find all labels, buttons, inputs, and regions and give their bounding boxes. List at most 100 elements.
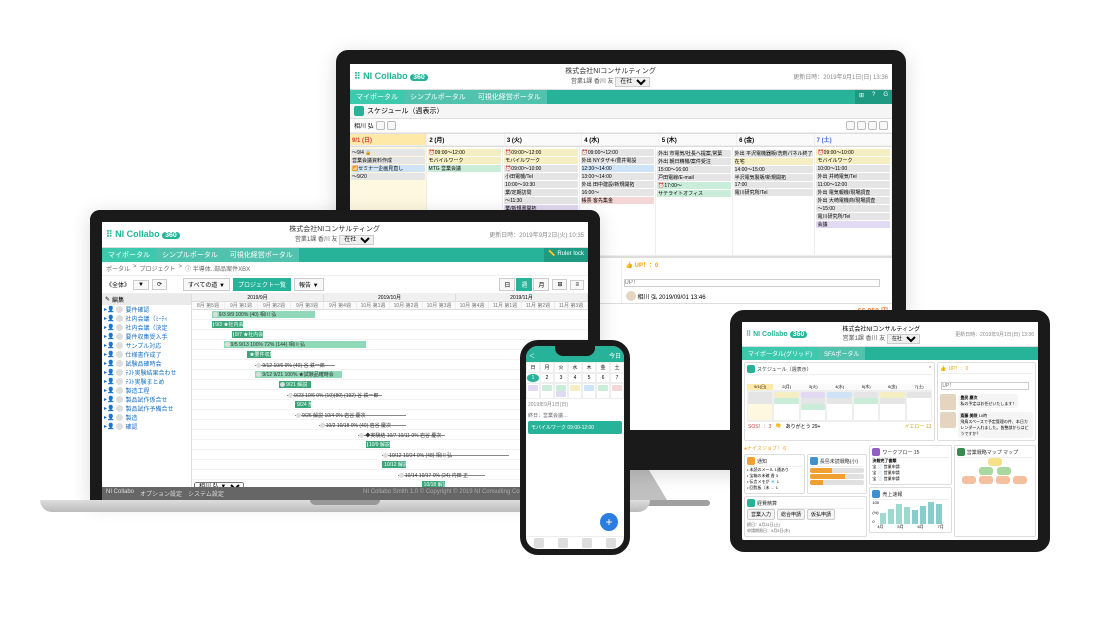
help-icon[interactable]: ?: [868, 90, 879, 104]
nav-cal-icon[interactable]: [558, 538, 568, 548]
day-header[interactable]: 3 (火): [505, 134, 582, 146]
footer-system[interactable]: システム設定: [188, 489, 224, 498]
wf-item[interactable]: 宝 📄 営業申請: [872, 476, 948, 482]
tree-item[interactable]: ▸👤製品試作予備合せ: [102, 404, 191, 413]
tree-item[interactable]: ▸👤製造: [102, 413, 191, 422]
event-item[interactable]: 外出 大崎電機商/現場調査: [816, 197, 890, 204]
nav-home-icon[interactable]: [534, 538, 544, 548]
gantt-bar[interactable]: 9/5 9/13 100% 72% (144) 相川 弘: [224, 341, 367, 348]
view-month[interactable]: 月: [533, 278, 549, 291]
gantt-bar[interactable]: ◆実験結 10/7 10/11 0% 岩谷 慶次: [358, 435, 445, 436]
day-header[interactable]: 7 (土): [815, 134, 892, 146]
event-item[interactable]: ～15:00: [816, 205, 890, 212]
event-item[interactable]: 16:00～: [581, 189, 655, 196]
seg-all[interactable]: すべての道 ▼: [183, 278, 230, 291]
phone-today[interactable]: 今日: [609, 351, 621, 360]
event-item[interactable]: ～9/4 🔒: [351, 149, 425, 156]
seg-list[interactable]: プロジェクト一覧: [233, 278, 291, 291]
crumb-portal[interactable]: ポータル: [106, 264, 130, 273]
event-item[interactable]: 在宅: [734, 158, 814, 165]
event-item[interactable]: 会議: [816, 221, 890, 228]
mini-day-head[interactable]: 5(木): [853, 384, 879, 391]
event-item[interactable]: 10:00～11:00: [816, 165, 890, 172]
nav-list-icon[interactable]: [582, 538, 592, 548]
event-item[interactable]: 13:00～14:00: [581, 173, 655, 180]
mini-day-head[interactable]: 2(月): [773, 384, 799, 391]
tab-grid[interactable]: マイポータル(グリッド): [742, 347, 818, 360]
gantt-bar[interactable]: 10/14 10/17 0% (24) 内田 正: [398, 475, 485, 476]
tree-item[interactable]: ▸👤製造工程: [102, 386, 191, 395]
event-item[interactable]: 外出 電気報機/現場調査: [816, 189, 890, 196]
tree-item[interactable]: ▸👤要件確認: [102, 305, 191, 314]
exp-btn2[interactable]: 総合申請: [777, 509, 805, 520]
gantt-bar[interactable]: 9/3 ★社内会: [212, 321, 244, 328]
event-item[interactable]: 外出 朝日精機/案件受注: [657, 158, 731, 165]
up-input-t[interactable]: [941, 382, 1029, 390]
day-header[interactable]: 4 (水): [582, 134, 659, 146]
seg-report[interactable]: 報告 ▼: [294, 278, 324, 291]
phone-back[interactable]: ＜: [529, 351, 535, 360]
goodjob[interactable]: ナイスジョブ！ 6: [747, 446, 786, 452]
gantt-bar[interactable]: 9/12 9/21 100% ★試験品確時会: [255, 371, 342, 378]
gantt-bar[interactable]: 9/7 ★社内会: [232, 331, 264, 338]
event-item[interactable]: 営業会議資料作成: [351, 157, 425, 164]
event-item[interactable]: 小田電機/Tel: [504, 173, 578, 180]
date-cell[interactable]: 5: [582, 373, 596, 383]
tree-item[interactable]: ▸👤社内会議（ﾐｰﾃｨ: [102, 314, 191, 323]
event-item[interactable]: 外出 平沢電機器販/洗剤パネル終了: [734, 150, 814, 157]
event-item[interactable]: ⏰09:00～12:00: [504, 149, 578, 156]
notice-item[interactable]: • 回覧板（未 … 1: [747, 485, 802, 491]
day-cell[interactable]: ⏰09:00～10:00モバイルワーク10:00～11:00外出 井崎電気/Te…: [815, 147, 892, 256]
date-cell[interactable]: 7: [610, 373, 624, 383]
view-day[interactable]: 日: [499, 278, 515, 291]
org-leaf1[interactable]: [962, 476, 976, 484]
gantt-bar[interactable]: 9/21 解説: [279, 381, 311, 388]
date-cell[interactable]: 1: [526, 373, 540, 383]
day-header[interactable]: 9/1 (日): [350, 134, 427, 146]
crumb-project[interactable]: プロジェクト: [140, 264, 176, 273]
person-nav[interactable]: 相川 弘: [354, 121, 374, 130]
mini-day-head[interactable]: 6(金): [879, 384, 905, 391]
event-item[interactable]: 外出 田中建設/新規開拓: [581, 181, 655, 188]
tool-icon[interactable]: [846, 121, 855, 130]
exp-btn1[interactable]: 営業入力: [747, 509, 775, 520]
event-item[interactable]: 12:30～14:00: [581, 165, 655, 172]
mini-day-head[interactable]: 4(水): [826, 384, 852, 391]
day-cell[interactable]: 外出 市電気/社長へ提案,常葉外出 朝日精機/案件受注15:00～16:00戸田…: [656, 147, 733, 256]
event-item[interactable]: モバイルワーク: [816, 157, 890, 164]
day-cell[interactable]: 外出 平沢電機器販/洗剤パネル終了在宅14:00～15:00半沢電気製販/新規開…: [733, 147, 816, 256]
tab-simple[interactable]: シンプルポータル: [404, 90, 472, 104]
date-cell[interactable]: 2: [540, 373, 554, 383]
tool-a[interactable]: ⊞: [552, 279, 567, 290]
org-selector[interactable]: 営業1課 香川 友 在社: [571, 79, 650, 85]
sos-badge[interactable]: SOS！：3: [748, 423, 771, 430]
t-ico2[interactable]: [757, 376, 764, 383]
tab-myportal-lap[interactable]: マイポータル: [102, 248, 156, 262]
day-header[interactable]: 6 (金): [737, 134, 814, 146]
event-item[interactable]: 帳票 客先集金: [581, 197, 655, 204]
event-item[interactable]: ⏰09:00～12:00: [581, 149, 655, 156]
gantt-bar[interactable]: 9/24 部品: [295, 401, 311, 408]
gantt-bar[interactable]: 10/9 解説: [366, 441, 390, 448]
event-item[interactable]: モバイルワーク: [428, 157, 502, 164]
yellow-badge[interactable]: イエロー 13: [904, 423, 931, 430]
date-cell[interactable]: 4: [568, 373, 582, 383]
event-item[interactable]: ⏰09:00～10:00: [816, 149, 890, 156]
mini-day-head[interactable]: 3(火): [800, 384, 826, 391]
mini-day-head[interactable]: 9/1(日): [747, 384, 773, 391]
gantt-bar[interactable]: 9/23 10/6 0% (10)(80) (192) 谷 鉄一郎: [287, 395, 382, 396]
gantt-bar[interactable]: ★要件収集: [247, 351, 271, 358]
day-header[interactable]: 2 (月): [427, 134, 504, 146]
event-item[interactable]: MTG 営業会議: [428, 165, 502, 172]
tree-item[interactable]: ▸👤製品試作係合せ: [102, 395, 191, 404]
event-item[interactable]: 📶セミナー企画見直し: [351, 165, 425, 172]
tree-item[interactable]: ▸👤仕様書作成了: [102, 350, 191, 359]
logout-icon[interactable]: G: [879, 90, 892, 104]
event-item[interactable]: ⏰17:00～: [657, 182, 731, 189]
tree-item[interactable]: ▸👤社内会議（決定: [102, 323, 191, 332]
ruler-button[interactable]: 📏 Ruler lock: [544, 248, 588, 262]
event-item[interactable]: サテライトオフィス: [657, 190, 731, 197]
gantt-bar[interactable]: 9/26 解説 10/4 0% 岩谷 慶次: [295, 415, 406, 416]
prev-icon[interactable]: [376, 121, 385, 130]
tab-sfa[interactable]: SFAポータル: [818, 347, 865, 360]
